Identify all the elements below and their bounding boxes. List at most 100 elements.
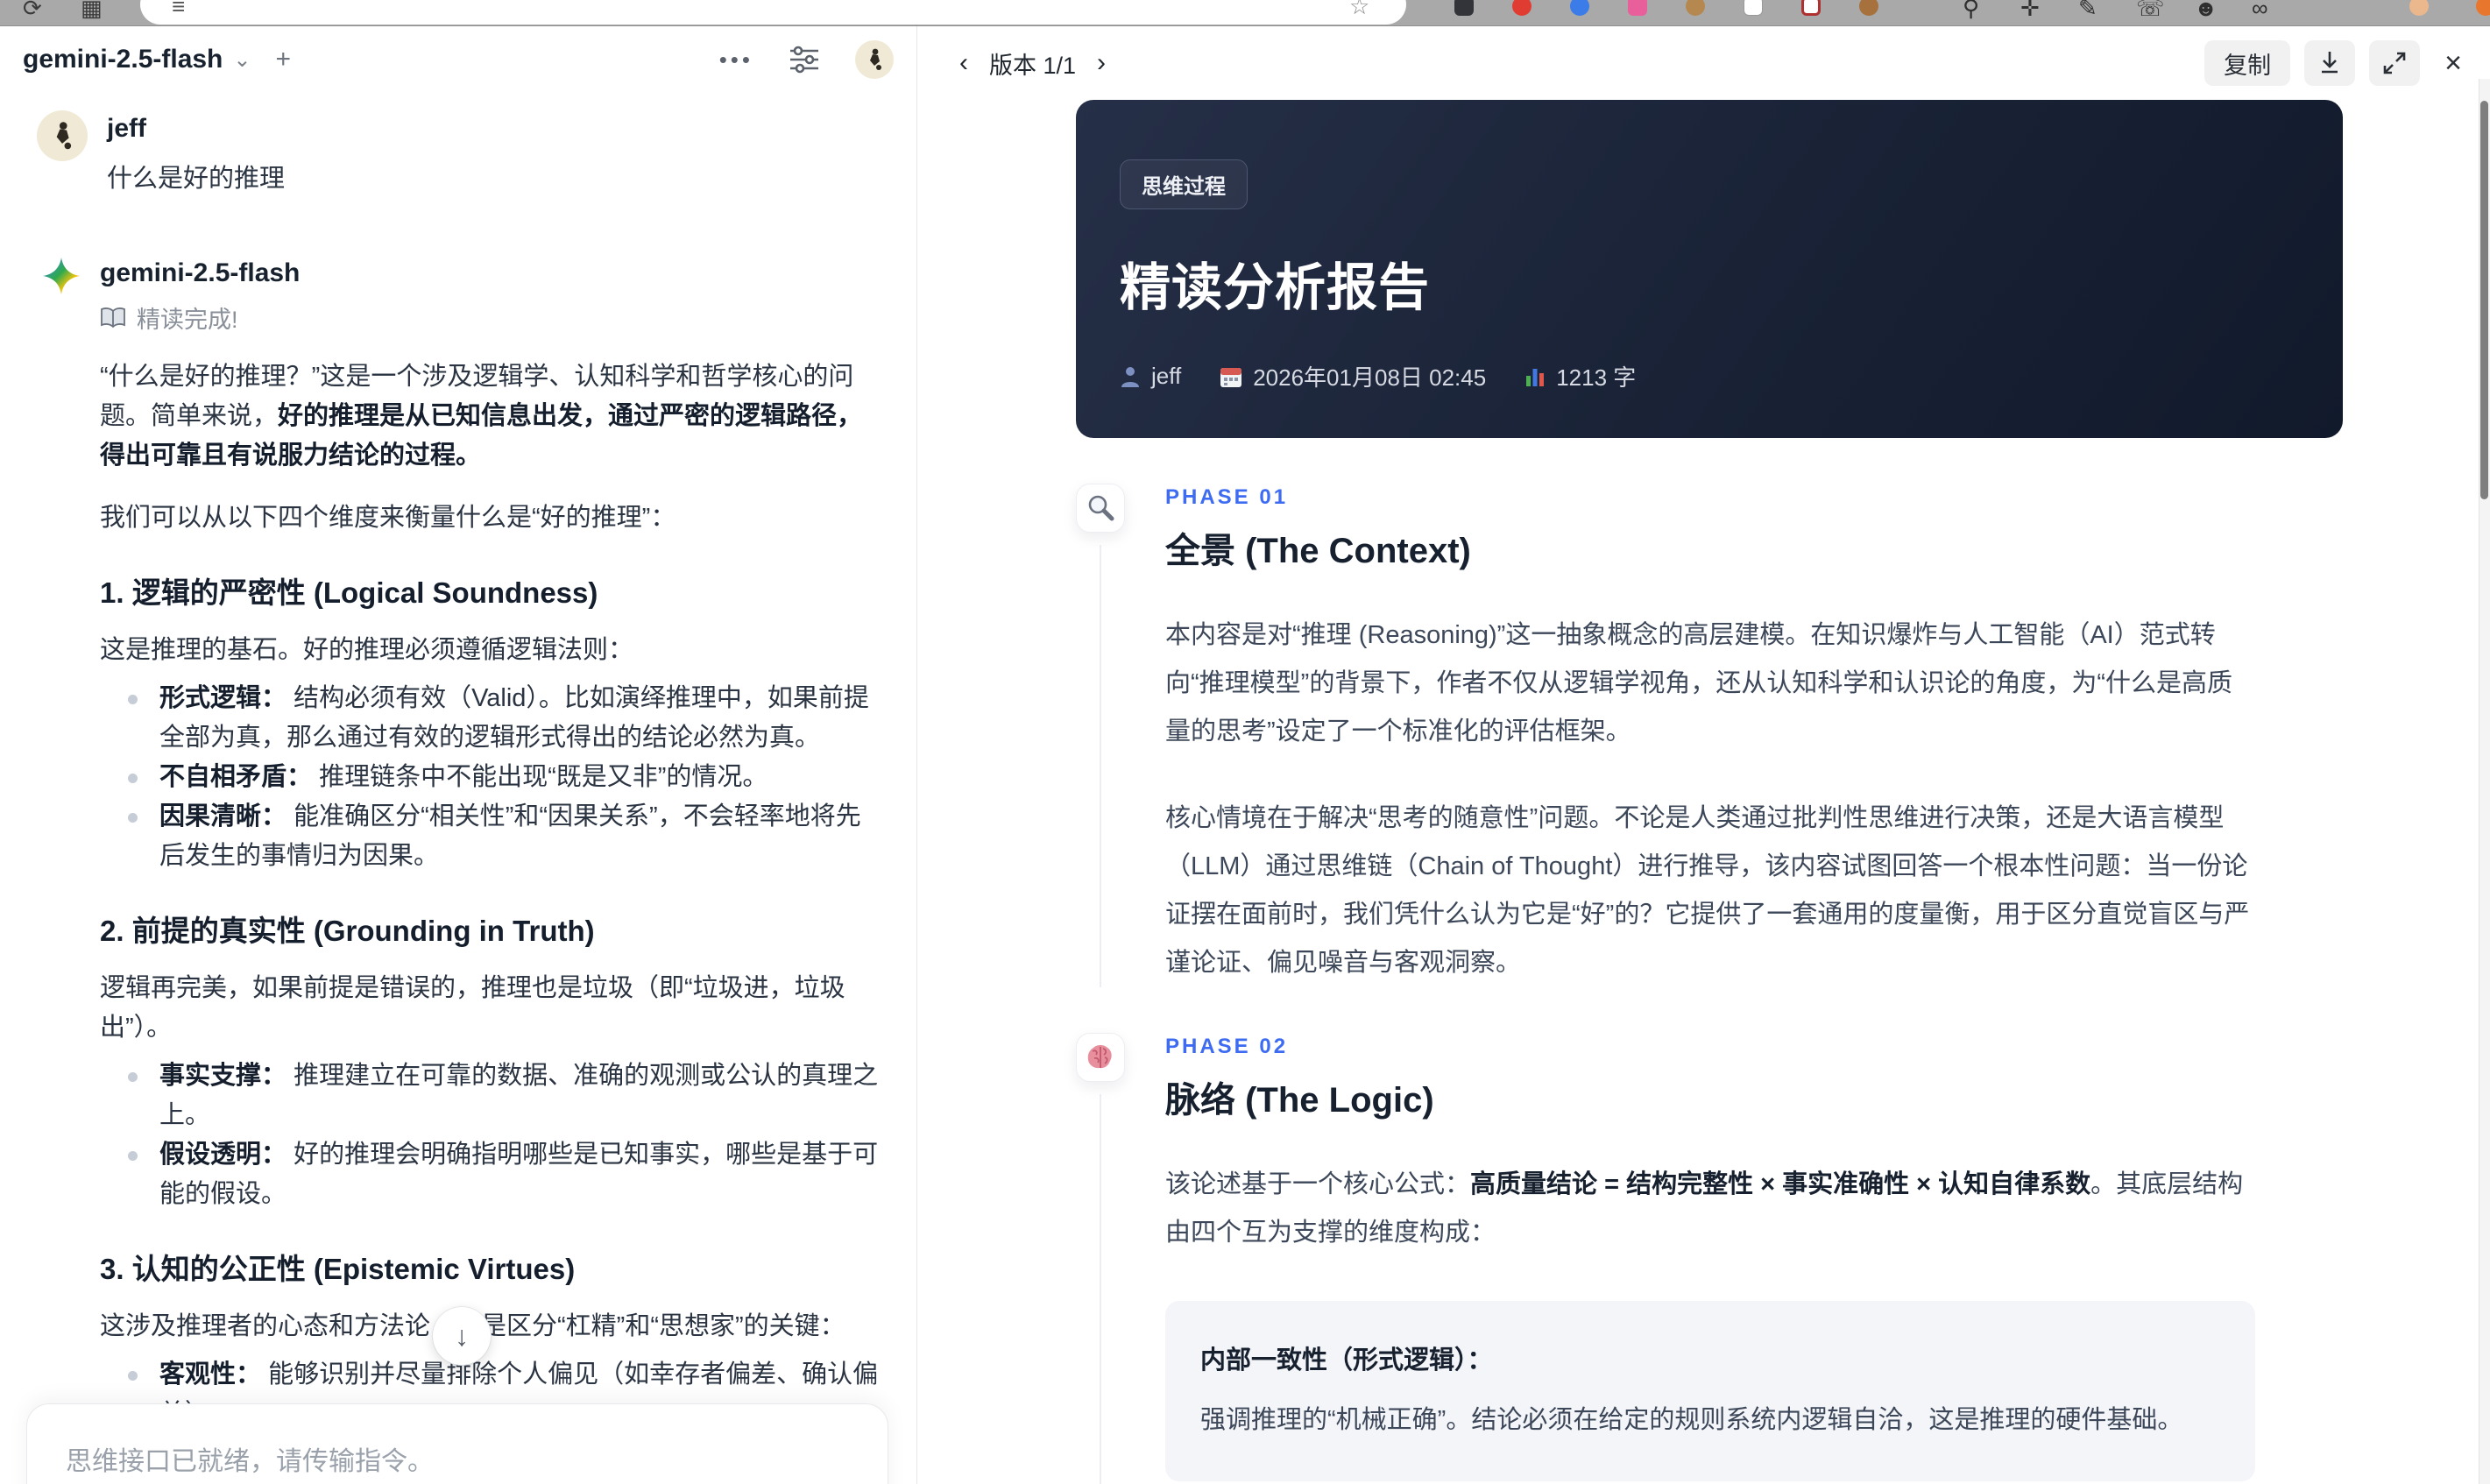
favicon-orange[interactable] xyxy=(2476,0,2490,16)
chat-panel: gemini-2.5-flash ⌄ + ••• jeff 什么是好的推理 ge… xyxy=(0,26,916,1484)
section-2-heading: 2. 前提的真实性 (Grounding in Truth) xyxy=(100,915,595,947)
report-meta: jeff 2026年01月08日 02:45 1213 字 xyxy=(1120,360,2299,392)
bar-chart-icon xyxy=(1526,368,1545,386)
report-body[interactable]: 思维过程 精读分析报告 jeff 2026年01月08日 02:45 1213 … xyxy=(917,100,2479,1484)
assistant-intro: “什么是好的推理？”这是一个涉及逻辑学、认知科学和哲学核心的问题。简单来说，好的… xyxy=(100,363,863,470)
favicon-tan[interactable] xyxy=(1859,0,1878,16)
user-name: jeff xyxy=(107,114,146,143)
chat-header: gemini-2.5-flash ⌄ + ••• xyxy=(0,26,916,93)
scrollbar-thumb[interactable] xyxy=(2480,101,2488,499)
chat-messages[interactable]: jeff 什么是好的推理 gemini-2.5-flash 精读完成! “什么是… xyxy=(0,103,916,1484)
phase-2-title: 脉络 (The Logic) xyxy=(1165,1081,1434,1120)
calendar-icon xyxy=(1220,367,1242,387)
report-title: 精读分析报告 xyxy=(1120,259,1431,316)
extension-phone-icon[interactable]: ☏ xyxy=(2136,0,2165,22)
list-item: 事实支撑： 推理建立在可靠的数据、准确的观测或公认的真理之上。 xyxy=(100,1056,885,1135)
section-3-heading: 3. 认知的公正性 (Epistemic Virtues) xyxy=(100,1253,576,1285)
assistant-status: 精读完成! xyxy=(100,300,885,335)
phase-1-paragraph-1: 本内容是对“推理 (Reasoning)”这一抽象概念的高层建模。在知识爆炸与人… xyxy=(1165,621,2232,746)
favicon-red-border[interactable] xyxy=(1801,0,1821,16)
version-next-button[interactable]: › xyxy=(1092,46,1111,80)
section-3-desc: 这涉及推理者的心态和方法论，也是区分“杠精”和“思想家”的关键： xyxy=(100,1307,885,1346)
extension-crop-icon[interactable]: ✛ xyxy=(2020,0,2040,22)
user-avatar[interactable] xyxy=(855,40,894,79)
panel-divider xyxy=(916,26,917,1484)
book-icon xyxy=(101,307,125,328)
user-message-text: 什么是好的推理 xyxy=(107,165,286,193)
favicon-blue[interactable] xyxy=(1570,0,1589,16)
report-hero-card: 思维过程 精读分析报告 jeff 2026年01月08日 02:45 1213 … xyxy=(1076,100,2343,438)
app-window: ⟳ ▦ ≡ ☆ ⚲ ✛ ✎ ☏ ☻ ∞ gemini-2.5-flash ⌄ +… xyxy=(0,0,2490,1484)
input-placeholder: 思维接口已就绪，请传输指令。 xyxy=(66,1447,434,1476)
report-scrollbar[interactable] xyxy=(2479,79,2490,1484)
version-label: 版本 1/1 xyxy=(989,52,1077,79)
arrow-down-icon: ↓ xyxy=(455,1319,469,1352)
phase-1-title: 全景 (The Context) xyxy=(1165,532,1471,570)
conversation-title[interactable]: gemini-2.5-flash xyxy=(23,45,223,74)
phase-1-rail xyxy=(1076,484,1165,987)
reload-icon[interactable]: ⟳ xyxy=(23,0,42,22)
extension-binoculars-icon[interactable]: ∞ xyxy=(2252,0,2268,22)
favicon-dark[interactable] xyxy=(1454,0,1474,16)
list-item: 因果清晰： 能准确区分“相关性”和“因果关系”，不会轻率地将先后发生的事情归为因… xyxy=(100,797,885,876)
new-chat-button[interactable]: + xyxy=(276,45,292,74)
grid-icon[interactable]: ▦ xyxy=(81,0,103,22)
download-button[interactable] xyxy=(2304,40,2356,86)
person-icon xyxy=(1121,366,1139,387)
list-item: 假设透明： 好的推理会明确指明哪些是已知事实，哪些是基于可能的假设。 xyxy=(100,1135,885,1214)
extension-person-icon[interactable]: ☻ xyxy=(2194,0,2218,22)
extension-pen-icon[interactable]: ✎ xyxy=(2078,0,2097,22)
browser-toolbar: ⟳ ▦ ≡ ☆ ⚲ ✛ ✎ ☏ ☻ ∞ xyxy=(0,0,2490,26)
assistant-name: gemini-2.5-flash xyxy=(100,258,301,287)
version-prev-button[interactable]: ‹ xyxy=(954,46,973,80)
phase-1-paragraph-2: 核心情境在于解决“思考的随意性”问题。不论是人类通过批判性思维进行决策，还是大语… xyxy=(1165,804,2250,977)
bookmark-star-icon[interactable]: ☆ xyxy=(1349,0,1369,20)
scroll-to-bottom-button[interactable]: ↓ xyxy=(433,1307,491,1365)
profile-avatar-icon[interactable] xyxy=(2409,0,2429,16)
section-2-bullets: 事实支撑： 推理建立在可靠的数据、准确的观测或公认的真理之上。 假设透明： 好的… xyxy=(100,1056,885,1214)
favicon-red[interactable] xyxy=(1512,0,1531,16)
version-navigator: ‹ 版本 1/1 › xyxy=(954,46,1111,81)
meta-date: 2026年01月08日 02:45 xyxy=(1220,360,1486,392)
dimension-card-1: 内部一致性（形式逻辑）： 强调推理的“机械正确”。结论必须在给定的规则系统内逻辑… xyxy=(1165,1301,2255,1481)
dimension-cards: 内部一致性（形式逻辑）： 强调推理的“机械正确”。结论必须在给定的规则系统内逻辑… xyxy=(1165,1301,2255,1484)
section-1-heading: 1. 逻辑的严密性 (Logical Soundness) xyxy=(100,576,598,609)
phase-1-section: PHASE 01 全景 (The Context) 本内容是对“推理 (Reas… xyxy=(1076,484,2479,987)
gemini-logo-icon xyxy=(42,257,81,295)
report-panel: ‹ 版本 1/1 › 复制 × 思维过程 精读分析报告 jeff 2026年01… xyxy=(917,26,2490,1484)
meta-author: jeff xyxy=(1120,363,1181,390)
user-message-avatar xyxy=(37,110,88,161)
hero-badge: 思维过程 xyxy=(1120,159,1248,209)
section-1-bullets: 形式逻辑： 结构必须有效（Valid）。比如演绎推理中，如果前提全部为真，那么通… xyxy=(100,679,885,876)
more-options-button[interactable]: ••• xyxy=(719,46,753,74)
copy-button[interactable]: 复制 xyxy=(2204,40,2291,86)
phase-2-rail xyxy=(1076,1033,1165,1484)
phase-2-section: PHASE 02 脉络 (The Logic) 该论述基于一个核心公式：高质量结… xyxy=(1076,1033,2479,1484)
expand-fullscreen-button[interactable] xyxy=(2369,40,2421,86)
favicon-brown[interactable] xyxy=(1686,0,1705,16)
favicon-white[interactable] xyxy=(1744,0,1763,16)
extension-pin-icon[interactable]: ⚲ xyxy=(1963,0,1979,22)
tune-settings-icon[interactable] xyxy=(789,46,820,74)
list-item: 形式逻辑： 结构必须有效（Valid）。比如演绎推理中，如果前提全部为真，那么通… xyxy=(100,679,885,758)
message-input[interactable]: 思维接口已就绪，请传输指令。 + xyxy=(26,1403,888,1484)
magnifier-icon xyxy=(1076,484,1125,533)
section-2-desc: 逻辑再完美，如果前提是错误的，推理也是垃圾（即“垃圾进，垃圾出”）。 xyxy=(100,974,845,1042)
url-bar[interactable]: ≡ ☆ xyxy=(140,0,1406,25)
brain-icon xyxy=(1076,1033,1125,1082)
close-panel-button[interactable]: × xyxy=(2436,46,2471,81)
assistant-status-text: 精读完成! xyxy=(137,307,238,333)
user-message: jeff 什么是好的推理 xyxy=(37,110,885,199)
phase-1-label: PHASE 01 xyxy=(1165,485,1289,509)
report-header: ‹ 版本 1/1 › 复制 × xyxy=(917,26,2490,100)
section-1-desc: 这是推理的基石。好的推理必须遵循逻辑法则： xyxy=(100,636,634,664)
timeline-connector xyxy=(1100,1094,1101,1484)
phase-2-label: PHASE 02 xyxy=(1165,1035,1289,1058)
favicon-pink[interactable] xyxy=(1628,0,1647,16)
chevron-down-icon[interactable]: ⌄ xyxy=(233,47,251,73)
assistant-message: gemini-2.5-flash 精读完成! “什么是好的推理？”这是一个涉及逻… xyxy=(37,255,885,1484)
phase-2-lead: 该论述基于一个核心公式：高质量结论 = 结构完整性 × 事实准确性 × 认知自律… xyxy=(1165,1170,2244,1247)
list-item: 不自相矛盾： 推理链条中不能出现“既是又非”的情况。 xyxy=(100,758,885,797)
meta-wordcount: 1213 字 xyxy=(1524,360,1636,392)
hamburger-icon[interactable]: ≡ xyxy=(172,0,185,20)
